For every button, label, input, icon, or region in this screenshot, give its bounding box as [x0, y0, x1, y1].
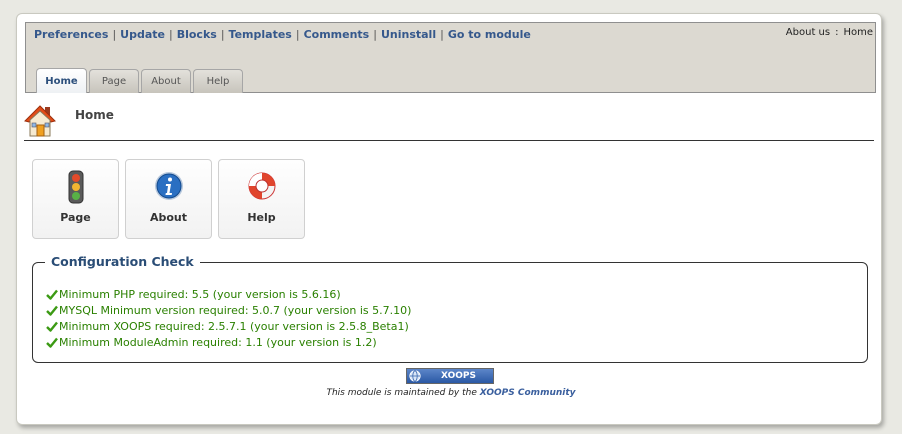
check-item-text: Minimum PHP required: 5.5 (your version …: [59, 288, 341, 301]
maintained-prefix: This module is maintained by the: [326, 388, 477, 398]
menu-link-preferences[interactable]: Preferences: [34, 28, 108, 41]
home-icon: [24, 104, 56, 138]
page-header: Home: [24, 104, 874, 141]
admin-menu-bar: Preferences | Update | Blocks | Templates | Comm…: [25, 22, 876, 93]
menu-separator: |: [440, 28, 444, 41]
admin-tabs: Home Page About Help: [36, 68, 243, 93]
menu-separator: |: [295, 28, 300, 41]
check-item-text: Minimum ModuleAdmin required: 1.1 (your …: [59, 336, 377, 349]
info-icon: [155, 172, 183, 200]
admin-tiles: Page About Help: [32, 159, 305, 239]
menu-link-comments[interactable]: Comments: [304, 28, 370, 41]
tile-about-button[interactable]: About: [125, 159, 212, 239]
menu-separator: |: [169, 28, 173, 41]
tile-help-button[interactable]: Help: [218, 159, 305, 239]
checkmark-icon: [46, 305, 58, 316]
about-separator: :: [835, 27, 839, 38]
tile-label: Page: [60, 211, 91, 224]
lifebuoy-icon: [248, 172, 276, 200]
menu-separator: |: [373, 28, 377, 41]
checkmark-icon: [46, 289, 58, 300]
page-title: Home: [75, 108, 114, 122]
xoops-badge-link[interactable]: XOOPS: [406, 368, 494, 384]
configuration-check-list: Minimum PHP required: 5.5 (your version …: [46, 287, 411, 351]
check-item: Minimum PHP required: 5.5 (your version …: [46, 287, 411, 303]
menu-separator: |: [112, 28, 117, 41]
configuration-check-box: Configuration Check Minimum PHP required…: [32, 254, 868, 363]
tile-page-button[interactable]: Page: [32, 159, 119, 239]
check-item: MYSQL Minimum version required: 5.0.7 (y…: [46, 303, 411, 319]
about-us-link[interactable]: About us: [786, 27, 830, 38]
tile-label: Help: [247, 211, 276, 224]
tab-page[interactable]: Page: [89, 69, 139, 93]
maintained-by-text: This module is maintained by the XOOPS C…: [0, 388, 902, 398]
menu-link-templates[interactable]: Templates: [229, 28, 292, 41]
menu-link-blocks[interactable]: Blocks: [177, 28, 217, 41]
configuration-check-title: Configuration Check: [45, 254, 200, 269]
check-item-text: Minimum XOOPS required: 2.5.7.1 (your ve…: [59, 320, 409, 333]
check-item: Minimum ModuleAdmin required: 1.1 (your …: [46, 335, 411, 351]
about-links: About us: Home: [786, 27, 873, 38]
globe-icon: [409, 370, 421, 382]
tab-help[interactable]: Help: [193, 69, 243, 93]
tab-about[interactable]: About: [141, 69, 191, 93]
traffic-light-icon: [68, 170, 84, 204]
tile-label: About: [149, 211, 188, 224]
xoops-badge-label: XOOPS: [441, 371, 476, 381]
tab-home[interactable]: Home: [36, 68, 87, 93]
menu-link-uninstall[interactable]: Uninstall: [381, 28, 436, 41]
menu-link-update[interactable]: Update: [120, 28, 165, 41]
checkmark-icon: [46, 337, 58, 348]
menu-separator: |: [220, 28, 225, 41]
admin-nav-links: Preferences | Update | Blocks | Templates | Comm…: [34, 28, 531, 41]
menu-link-go-to-module[interactable]: Go to module: [448, 28, 531, 41]
xoops-community-link[interactable]: XOOPS Community: [480, 388, 576, 398]
checkmark-icon: [46, 321, 58, 332]
home-link[interactable]: Home: [843, 27, 873, 38]
check-item: Minimum XOOPS required: 2.5.7.1 (your ve…: [46, 319, 411, 335]
check-item-text: MYSQL Minimum version required: 5.0.7 (y…: [59, 304, 412, 317]
